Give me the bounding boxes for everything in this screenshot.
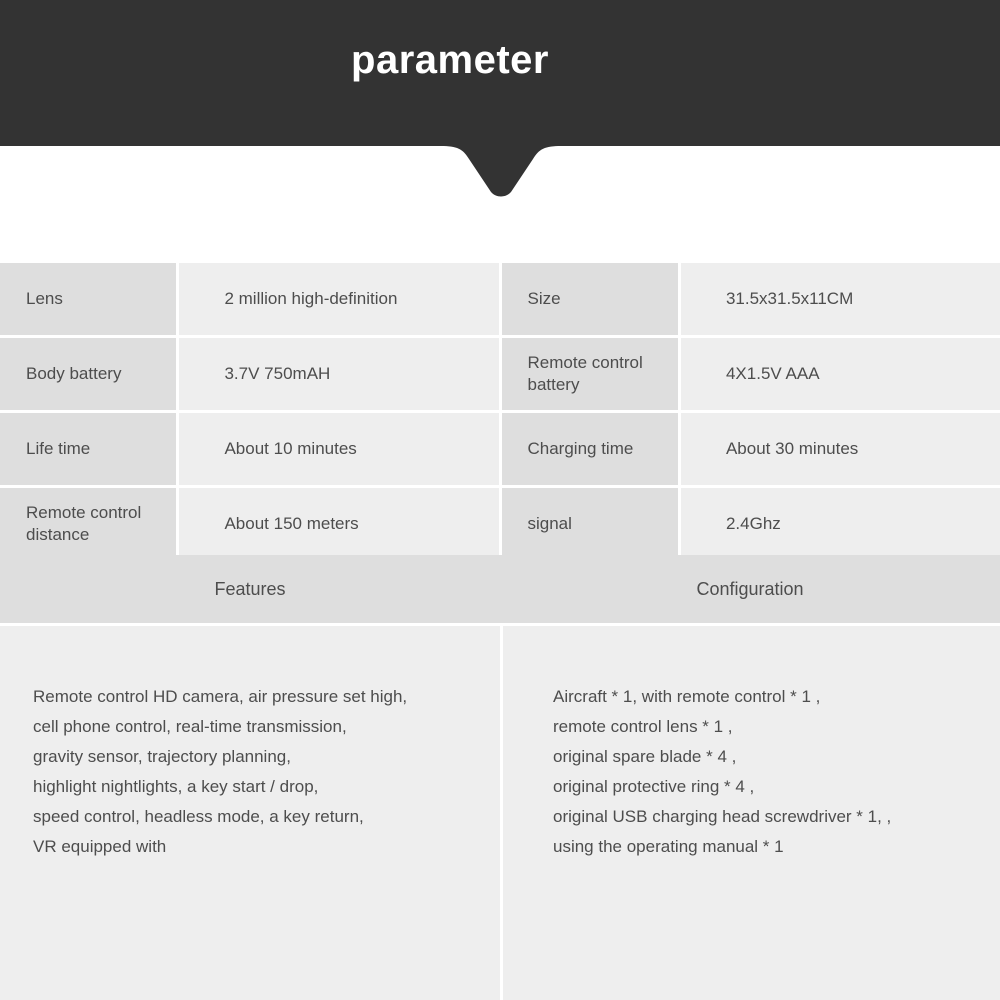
spec-label-cell: Lens	[0, 263, 177, 335]
page-header-banner: parameter	[0, 0, 1000, 146]
configuration-body-text: Aircraft * 1, with remote control * 1 , …	[553, 687, 892, 856]
spec-value-cell: 31.5x31.5x11CM	[680, 263, 1000, 335]
spec-label-cell: Body battery	[0, 338, 177, 410]
configuration-heading: Configuration	[696, 578, 804, 599]
spec-value-cell: 2.4Ghz	[680, 488, 1000, 560]
spec-label-cell: Charging time	[501, 413, 678, 485]
table-row: Life time About 10 minutes Charging time…	[0, 413, 1000, 485]
spec-label-cell: signal	[501, 488, 678, 560]
configuration-pane: Aircraft * 1, with remote control * 1 , …	[500, 626, 1000, 1000]
features-pane: Remote control HD camera, air pressure s…	[0, 626, 500, 1000]
table-row: Lens 2 million high-definition Size 31.5…	[0, 263, 1000, 335]
spec-label-cell: Life time	[0, 413, 177, 485]
spec-value-cell: 3.7V 750mAH	[179, 338, 499, 410]
table-row: Body battery 3.7V 750mAH Remote control …	[0, 338, 1000, 410]
detail-panes: Remote control HD camera, air pressure s…	[0, 626, 1000, 1000]
spec-value-cell: About 30 minutes	[680, 413, 1000, 485]
section-heading-band: Features Configuration	[0, 555, 1000, 623]
features-heading: Features	[214, 578, 286, 599]
spec-label-cell: Size	[501, 263, 678, 335]
spec-value-cell: About 10 minutes	[179, 413, 499, 485]
page-title: parameter	[351, 38, 549, 82]
features-body-text: Remote control HD camera, air pressure s…	[33, 687, 408, 856]
spec-value-cell: 2 million high-definition	[179, 263, 499, 335]
banner-pointer-notch	[441, 145, 561, 197]
table-row: Remote control distance About 150 meters…	[0, 488, 1000, 560]
spec-value-cell: 4X1.5V AAA	[680, 338, 1000, 410]
spec-value-cell: About 150 meters	[179, 488, 499, 560]
spec-label-cell: Remote control battery	[501, 338, 678, 410]
spec-label-cell: Remote control distance	[0, 488, 177, 560]
specification-table: Lens 2 million high-definition Size 31.5…	[0, 263, 1000, 563]
